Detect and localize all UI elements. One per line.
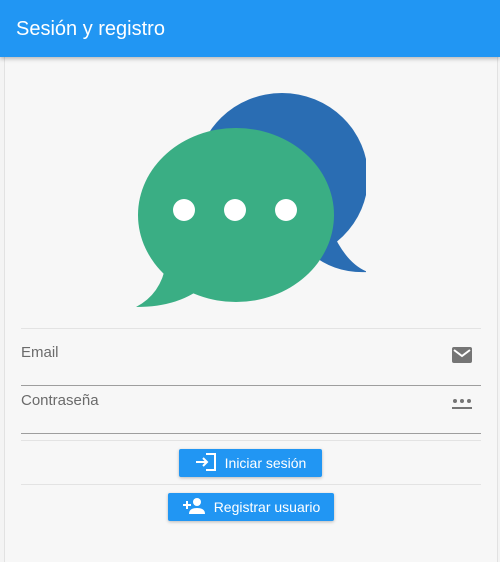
register-label: Registrar usuario xyxy=(213,499,321,515)
register-button[interactable]: Registrar usuario xyxy=(168,493,334,521)
email-field[interactable]: Email xyxy=(21,338,481,386)
login-icon xyxy=(195,452,217,474)
password-underline xyxy=(21,433,481,434)
chat-bubbles-icon xyxy=(136,89,368,311)
login-button[interactable]: Iniciar sesión xyxy=(179,449,322,477)
divider xyxy=(21,328,481,329)
person-add-icon xyxy=(182,497,206,518)
divider xyxy=(21,484,481,485)
password-label: Contraseña xyxy=(21,392,99,409)
app-title: Sesión y registro xyxy=(16,18,165,40)
mail-icon xyxy=(451,346,473,364)
login-panel: Email Contraseña Iniciar sesión Registra… xyxy=(4,57,498,562)
email-label: Email xyxy=(21,344,59,361)
password-field[interactable]: Contraseña xyxy=(21,386,481,434)
login-label: Iniciar sesión xyxy=(224,455,307,471)
password-dots-icon xyxy=(451,396,473,414)
app-bar: Sesión y registro xyxy=(0,0,500,57)
divider xyxy=(21,440,481,441)
